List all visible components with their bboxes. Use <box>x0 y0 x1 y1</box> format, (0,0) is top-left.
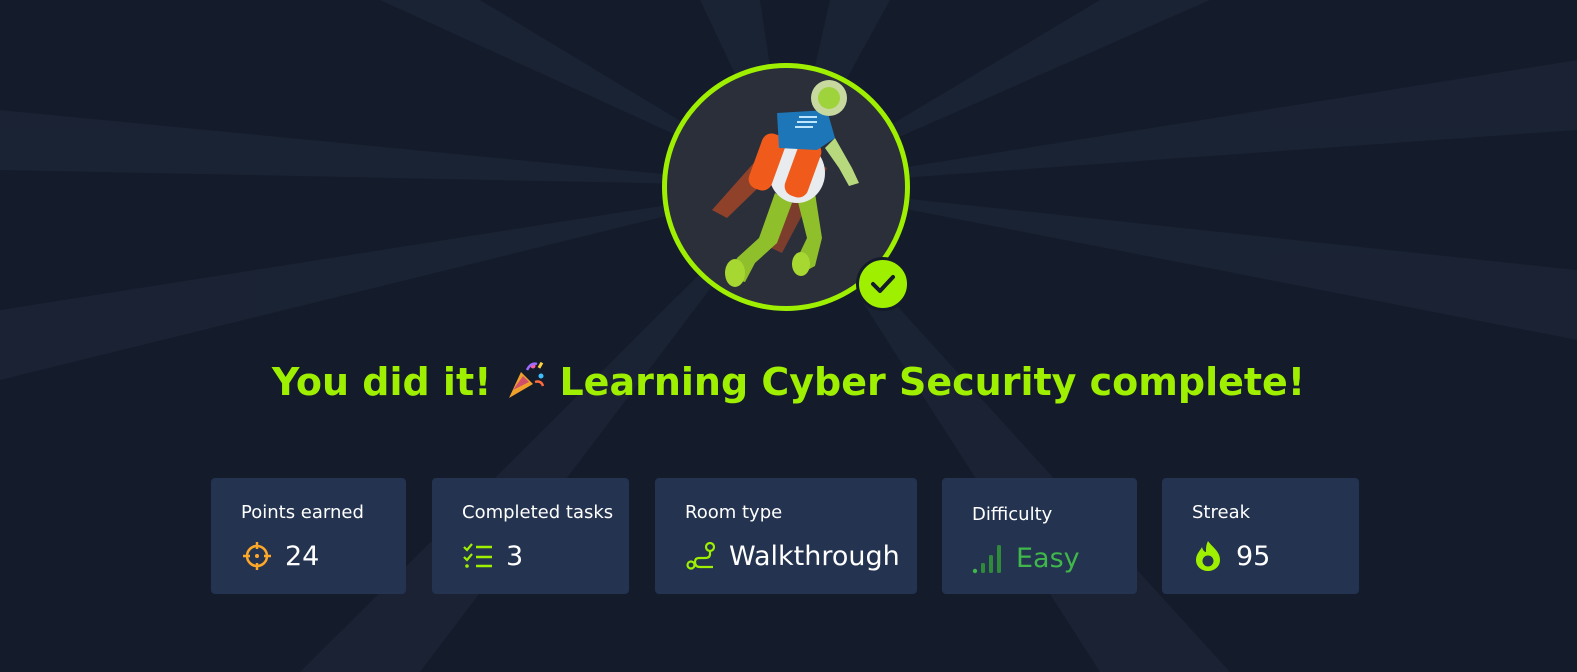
route-icon <box>685 540 717 572</box>
stat-value-points: 24 <box>285 540 320 572</box>
stat-card-tasks: Completed tasks 3 <box>432 478 629 594</box>
headline-suffix: Learning Cyber Security complete! <box>559 360 1306 404</box>
checkmark-icon <box>871 275 895 293</box>
flame-icon <box>1192 540 1224 572</box>
stat-label-difficulty: Difficulty <box>972 504 1053 525</box>
stat-value-room-type: Walkthrough <box>729 540 900 572</box>
headline-prefix: You did it! <box>271 360 492 404</box>
completed-check-badge <box>856 257 910 311</box>
stat-label-points: Points earned <box>241 502 364 523</box>
stat-card-points: Points earned 24 <box>211 478 406 594</box>
party-popper-icon <box>503 358 547 411</box>
target-icon <box>241 540 273 572</box>
stat-label-tasks: Completed tasks <box>462 502 614 523</box>
signal-bars-icon <box>972 542 1004 574</box>
stat-card-difficulty: Difficulty Easy <box>942 478 1137 594</box>
stat-value-difficulty: Easy <box>1016 542 1080 574</box>
completion-screen: You did it! Learning Cyber Security comp… <box>0 0 1577 672</box>
completion-headline: You did it! Learning Cyber Security comp… <box>0 358 1577 411</box>
stat-card-streak: Streak 95 <box>1162 478 1359 594</box>
stat-value-streak: 95 <box>1236 540 1271 572</box>
stat-value-tasks: 3 <box>506 540 524 572</box>
stat-card-room-type: Room type Walkthrough <box>655 478 917 594</box>
stat-label-room-type: Room type <box>685 502 783 523</box>
room-completion-avatar <box>662 63 910 311</box>
stat-label-streak: Streak <box>1192 502 1251 523</box>
checklist-icon <box>462 540 494 572</box>
